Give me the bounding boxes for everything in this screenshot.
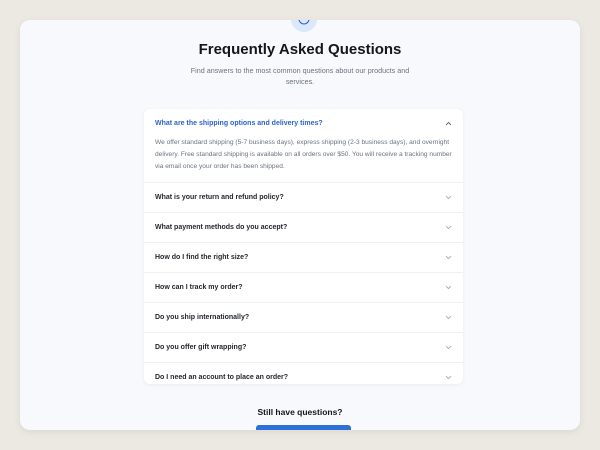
faq-question-text: Do you ship internationally? bbox=[155, 314, 250, 321]
chevron-down-icon bbox=[445, 256, 452, 260]
chevron-up-icon bbox=[445, 121, 452, 125]
faq-question-text: What payment methods do you accept? bbox=[155, 224, 288, 231]
chevron-down-icon bbox=[445, 316, 452, 320]
faq-item: Do you offer gift wrapping? bbox=[144, 333, 463, 363]
faq-question-toggle[interactable]: Do you ship internationally? bbox=[144, 303, 463, 332]
faq-question-text: Do you offer gift wrapping? bbox=[155, 344, 247, 351]
faq-question-toggle[interactable]: How do I find the right size? bbox=[144, 243, 463, 272]
faq-question-toggle[interactable]: What are the shipping options and delive… bbox=[144, 109, 463, 137]
faq-question-text: What is your return and refund policy? bbox=[155, 194, 284, 201]
faq-question-text: How do I find the right size? bbox=[155, 254, 249, 261]
help-circle-icon bbox=[291, 20, 317, 32]
chevron-down-icon bbox=[445, 196, 452, 200]
page-subtitle: Find answers to the most common question… bbox=[190, 66, 410, 86]
faq-question-toggle[interactable]: Do I need an account to place an order? bbox=[144, 363, 463, 384]
chevron-down-icon bbox=[445, 346, 452, 350]
still-questions-heading: Still have questions? bbox=[257, 407, 343, 417]
faq-question-toggle[interactable]: How can I track my order? bbox=[144, 273, 463, 302]
faq-item: Do I need an account to place an order? bbox=[144, 363, 463, 384]
faq-question-toggle[interactable]: What is your return and refund policy? bbox=[144, 183, 463, 212]
faq-item: How do I find the right size? bbox=[144, 243, 463, 273]
chevron-down-icon bbox=[445, 376, 452, 380]
faq-item: How can I track my order? bbox=[144, 273, 463, 303]
chevron-down-icon bbox=[445, 286, 452, 290]
chevron-down-icon bbox=[445, 226, 452, 230]
faq-question-text: Do I need an account to place an order? bbox=[155, 374, 289, 381]
faq-card: Frequently Asked Questions Find answers … bbox=[20, 20, 580, 430]
faq-question-toggle[interactable]: Do you offer gift wrapping? bbox=[144, 333, 463, 362]
faq-question-text: What are the shipping options and delive… bbox=[155, 119, 323, 127]
faq-item: What is your return and refund policy? bbox=[144, 183, 463, 213]
contact-button[interactable] bbox=[256, 425, 351, 430]
faq-answer: We offer standard shipping (5-7 business… bbox=[155, 139, 452, 170]
faq-question-toggle[interactable]: What payment methods do you accept? bbox=[144, 213, 463, 242]
faq-item: Do you ship internationally? bbox=[144, 303, 463, 333]
faq-question-text: How can I track my order? bbox=[155, 284, 243, 291]
faq-item: What payment methods do you accept? bbox=[144, 213, 463, 243]
faq-accordion: What are the shipping options and delive… bbox=[144, 109, 463, 384]
faq-item: What are the shipping options and delive… bbox=[144, 109, 463, 183]
page-title: Frequently Asked Questions bbox=[198, 41, 402, 58]
